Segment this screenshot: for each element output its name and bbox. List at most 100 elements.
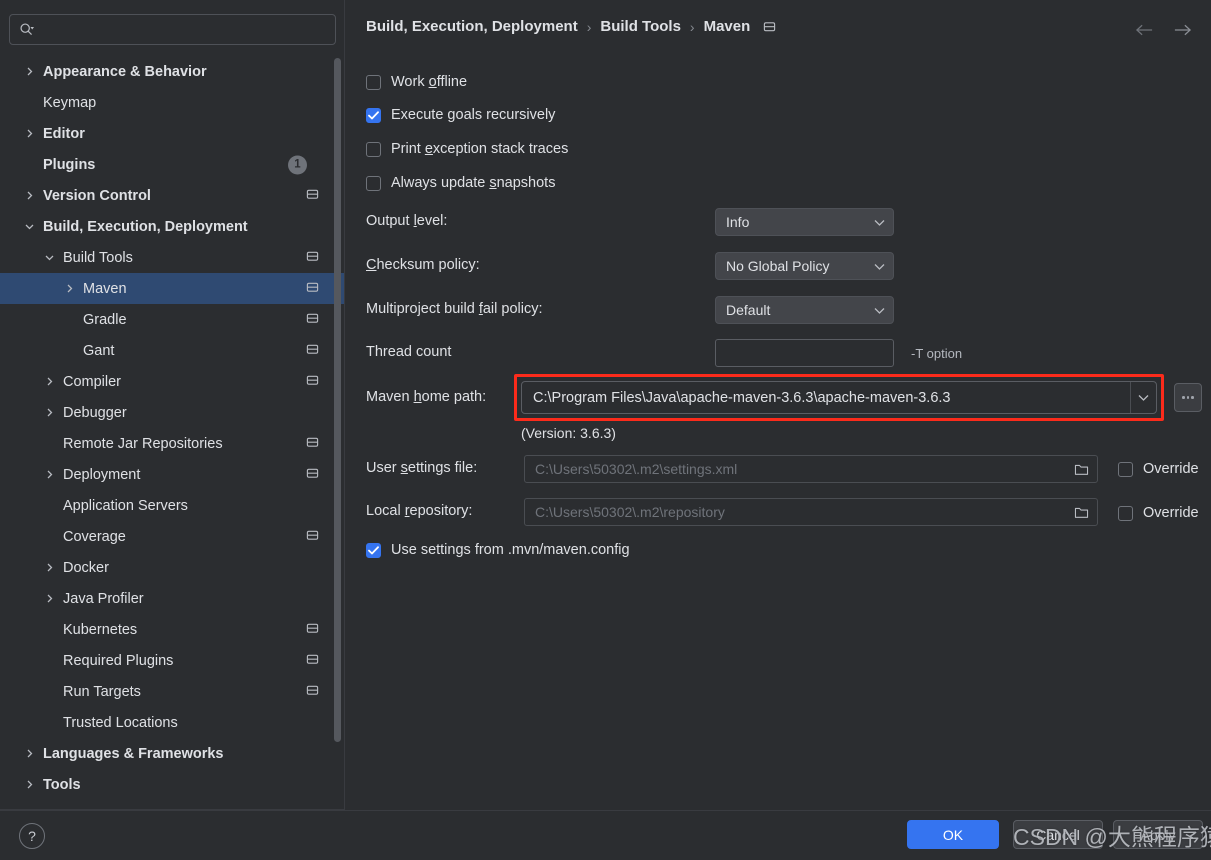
local-repository-placeholder: C:\Users\50302\.m2\repository <box>535 504 725 520</box>
folder-icon[interactable] <box>1074 463 1089 476</box>
chevron-right-icon[interactable] <box>22 747 36 761</box>
sidebar-scrollbar[interactable] <box>334 58 341 742</box>
apply-button[interactable]: Apply <box>1113 820 1203 849</box>
ok-button[interactable]: OK <box>907 820 999 849</box>
sidebar-item-version-control[interactable]: Version Control <box>0 180 345 211</box>
sidebar-item-label: Application Servers <box>63 497 188 514</box>
sidebar-item-application-servers[interactable]: Application Servers <box>0 490 345 521</box>
project-scope-icon <box>306 280 319 297</box>
thread-count-hint: -T option <box>911 346 963 361</box>
chevron-right-icon[interactable] <box>22 127 36 141</box>
checkbox-print-exception-stack-traces[interactable]: Print exception stack traces <box>366 141 568 157</box>
settings-sidebar: Appearance & Behavior Keymap Editor Plugins… <box>0 0 345 810</box>
sidebar-item-label: Trusted Locations <box>63 714 178 731</box>
project-scope-icon <box>306 528 319 545</box>
sidebar-item-label: Run Targets <box>63 683 141 700</box>
project-scope-icon <box>306 249 319 266</box>
project-scope-icon <box>306 435 319 452</box>
sidebar-item-label: Build Tools <box>63 249 133 266</box>
checkbox-box[interactable] <box>1118 461 1133 477</box>
checkbox-box[interactable] <box>366 175 381 191</box>
sidebar-item-gant[interactable]: Gant <box>0 335 345 366</box>
chevron-right-icon[interactable] <box>42 406 56 420</box>
sidebar-item-tools[interactable]: Tools <box>0 769 345 800</box>
thread-count-input[interactable] <box>715 339 894 367</box>
chevron-down-icon[interactable] <box>1130 382 1156 413</box>
maven-home-path-label: Maven home path: <box>366 389 487 405</box>
sidebar-item-java-profiler[interactable]: Java Profiler <box>0 583 345 614</box>
user-settings-file-input[interactable]: C:\Users\50302\.m2\settings.xml <box>524 455 1098 483</box>
chevron-right-icon[interactable] <box>22 778 36 792</box>
checksum-policy-dropdown[interactable]: No Global Policy <box>715 252 894 280</box>
maven-home-browse-button[interactable] <box>1174 383 1202 412</box>
chevron-right-icon[interactable] <box>22 189 36 203</box>
checkbox-always-update-snapshots[interactable]: Always update snapshots <box>366 175 555 191</box>
output-level-dropdown[interactable]: Info <box>715 208 894 236</box>
checkbox-box[interactable] <box>366 107 381 123</box>
help-button[interactable]: ? <box>19 823 45 849</box>
sidebar-item-kubernetes[interactable]: Kubernetes <box>0 614 345 645</box>
local-repository-override-checkbox[interactable]: Override <box>1118 505 1199 521</box>
chevron-right-icon[interactable] <box>62 282 76 296</box>
sidebar-item-appearance-behavior[interactable]: Appearance & Behavior <box>0 56 345 87</box>
search-input[interactable] <box>9 14 336 45</box>
arrow-right-icon[interactable] <box>1171 21 1193 39</box>
chevron-right-icon[interactable] <box>42 375 56 389</box>
sidebar-item-trusted-locations[interactable]: Trusted Locations <box>0 707 345 738</box>
maven-home-path-value: C:\Program Files\Java\apache-maven-3.6.3… <box>533 389 951 406</box>
sidebar-item-label: Build, Execution, Deployment <box>43 218 248 235</box>
checkbox-use-mvn-maven-config[interactable]: Use settings from .mvn/maven.config <box>366 542 630 558</box>
search-text-entry[interactable] <box>40 22 310 37</box>
sidebar-item-build-execution-deployment[interactable]: Build, Execution, Deployment <box>0 211 345 242</box>
checkbox-work-offline[interactable]: Work offline <box>366 74 467 90</box>
chevron-down-icon[interactable] <box>22 220 36 234</box>
chevron-right-icon[interactable] <box>42 592 56 606</box>
chevron-right-icon[interactable] <box>22 65 36 79</box>
folder-icon[interactable] <box>1074 506 1089 519</box>
checkbox-label: Use settings from .mvn/maven.config <box>391 542 630 558</box>
fail-policy-dropdown[interactable]: Default <box>715 296 894 324</box>
sidebar-item-docker[interactable]: Docker <box>0 552 345 583</box>
settings-tree[interactable]: Appearance & Behavior Keymap Editor Plugins… <box>0 56 345 802</box>
plugins-update-badge: 1 <box>288 155 307 174</box>
checkbox-execute-goals-recursively[interactable]: Execute goals recursively <box>366 107 555 123</box>
maven-home-path-dropdown[interactable]: C:\Program Files\Java\apache-maven-3.6.3… <box>521 381 1157 414</box>
local-repository-input[interactable]: C:\Users\50302\.m2\repository <box>524 498 1098 526</box>
sidebar-item-gradle[interactable]: Gradle <box>0 304 345 335</box>
checkbox-box[interactable] <box>366 74 381 90</box>
checkbox-label: Work offline <box>391 74 468 90</box>
sidebar-item-editor[interactable]: Editor <box>0 118 345 149</box>
checkbox-box[interactable] <box>1118 505 1133 521</box>
chevron-down-icon[interactable] <box>42 251 56 265</box>
local-repository-label: Local repository: <box>366 503 473 519</box>
user-settings-override-checkbox[interactable]: Override <box>1118 461 1199 477</box>
sidebar-item-debugger[interactable]: Debugger <box>0 397 345 428</box>
chevron-right-icon[interactable] <box>42 561 56 575</box>
sidebar-item-coverage[interactable]: Coverage <box>0 521 345 552</box>
sidebar-item-plugins[interactable]: Plugins 1 <box>0 149 345 180</box>
sidebar-item-maven[interactable]: Maven <box>0 273 345 304</box>
sidebar-item-build-tools[interactable]: Build Tools <box>0 242 345 273</box>
sidebar-item-languages-frameworks[interactable]: Languages & Frameworks <box>0 738 345 769</box>
sidebar-item-label: Deployment <box>63 466 141 483</box>
checkbox-box[interactable] <box>366 141 381 157</box>
checkbox-label: Always update snapshots <box>391 175 556 191</box>
breadcrumb-item-0[interactable]: Build, Execution, Deployment <box>366 18 578 35</box>
sidebar-item-label: Maven <box>83 280 127 297</box>
sidebar-item-label: Required Plugins <box>63 652 174 669</box>
sidebar-item-label: Gradle <box>83 311 127 328</box>
fail-policy-value: Default <box>726 302 771 318</box>
arrow-left-icon[interactable] <box>1133 21 1155 39</box>
sidebar-item-run-targets[interactable]: Run Targets <box>0 676 345 707</box>
breadcrumb-item-2[interactable]: Maven <box>704 18 751 35</box>
breadcrumb: Build, Execution, Deployment › Build Too… <box>366 18 776 35</box>
checkbox-box[interactable] <box>366 542 381 558</box>
sidebar-item-required-plugins[interactable]: Required Plugins <box>0 645 345 676</box>
cancel-button[interactable]: Cancel <box>1013 820 1103 849</box>
breadcrumb-item-1[interactable]: Build Tools <box>600 18 681 35</box>
sidebar-item-keymap[interactable]: Keymap <box>0 87 345 118</box>
sidebar-item-compiler[interactable]: Compiler <box>0 366 345 397</box>
sidebar-item-remote-jar-repositories[interactable]: Remote Jar Repositories <box>0 428 345 459</box>
chevron-right-icon[interactable] <box>42 468 56 482</box>
sidebar-item-deployment[interactable]: Deployment <box>0 459 345 490</box>
